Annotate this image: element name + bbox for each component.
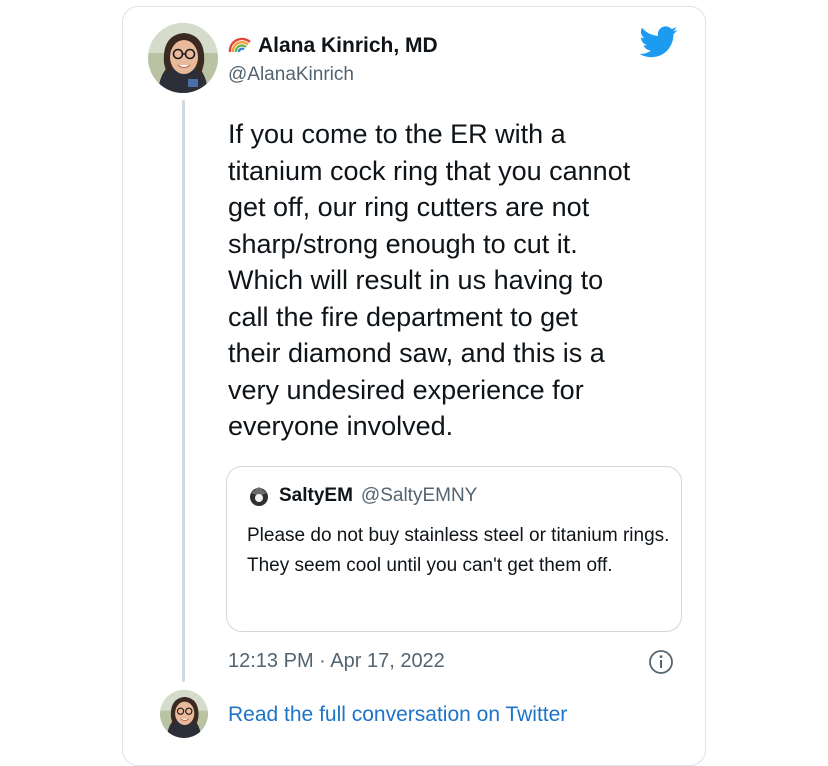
reply-avatar[interactable] (160, 690, 208, 738)
quoted-author-name: SaltyEM (279, 485, 353, 506)
twitter-bird-icon[interactable] (639, 26, 678, 58)
tweet-text: If you come to the ER with a titanium co… (228, 119, 631, 441)
author-name-label: Alana Kinrich, MD (258, 34, 438, 57)
rainbow-icon (228, 32, 252, 60)
quoted-tweet-text: Please do not buy stainless steel or tit… (247, 525, 670, 576)
author-avatar[interactable] (148, 23, 218, 93)
quoted-tweet[interactable]: SaltyEM @SaltyEMNY Please do not buy sta… (226, 466, 682, 632)
info-icon[interactable] (648, 649, 674, 675)
quoted-author-avatar (247, 484, 271, 508)
quoted-author-handle: @SaltyEMNY (360, 485, 478, 506)
thread-line (182, 100, 185, 682)
author-name[interactable]: Alana Kinrich, MD (228, 32, 438, 60)
read-conversation-link[interactable]: Read the full conversation on Twitter (228, 703, 567, 727)
quoted-tweet-header: SaltyEM @SaltyEMNY (247, 483, 477, 509)
author-handle[interactable]: @AlanaKinrich (228, 64, 354, 86)
tweet-timestamp[interactable]: 12:13 PM · Apr 17, 2022 (228, 650, 445, 673)
